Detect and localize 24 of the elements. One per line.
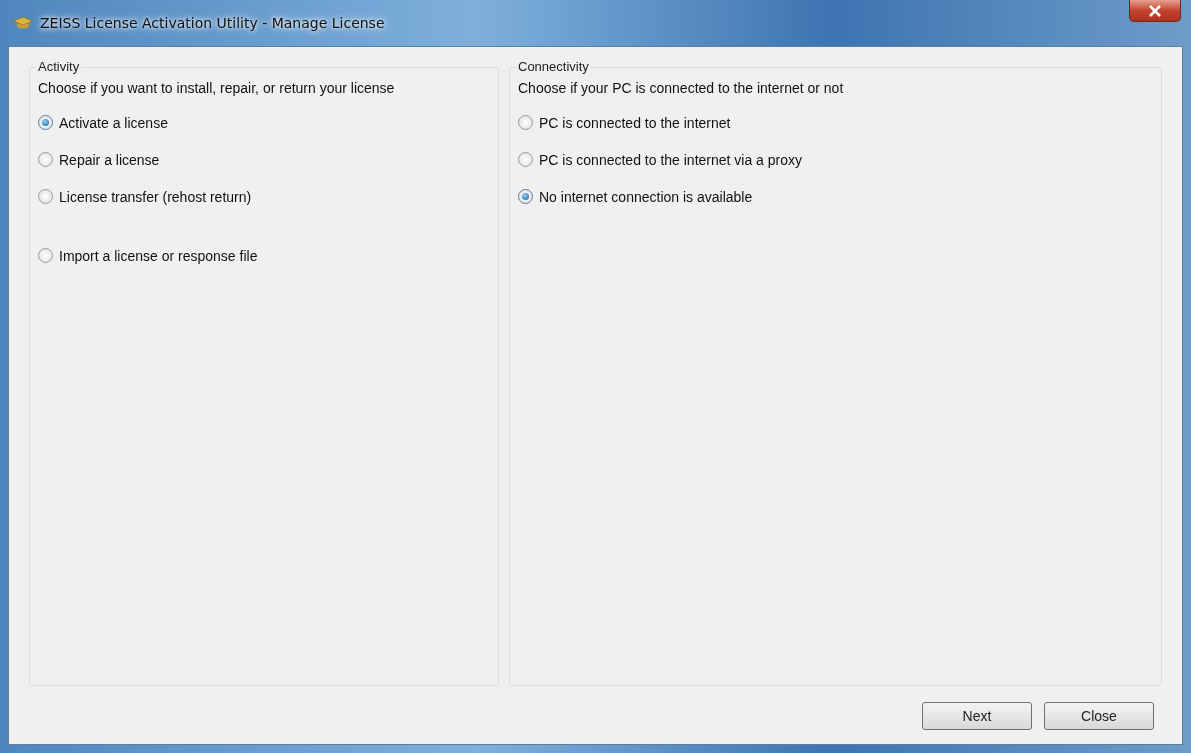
close-dialog-button[interactable]: Close	[1044, 702, 1154, 730]
option-label[interactable]: Activate a license	[59, 114, 168, 131]
radio-button[interactable]	[38, 115, 53, 130]
group-title: Connectivity	[516, 59, 591, 74]
radio-button[interactable]	[38, 248, 53, 263]
radio-button[interactable]	[518, 152, 533, 167]
option-label[interactable]: PC is connected to the internet via a proxy	[539, 151, 803, 168]
next-button[interactable]: Next	[922, 702, 1032, 730]
option-label[interactable]: PC is connected to the internet	[539, 114, 731, 131]
radio-button[interactable]	[518, 189, 533, 204]
option-label[interactable]: License transfer (rehost return)	[59, 188, 252, 205]
radio-button[interactable]	[518, 115, 533, 130]
radio-button[interactable]	[38, 189, 53, 204]
option-label[interactable]: No internet connection is available	[539, 188, 753, 205]
window-title: ZEISS License Activation Utility - Manage License	[40, 15, 385, 31]
group-description: Choose if your PC is connected to the internet or not	[518, 80, 845, 96]
close-icon	[1148, 4, 1162, 17]
group-description: Choose if you want to install, repair, or return your license	[38, 80, 396, 96]
option-label[interactable]: Import a license or response file	[59, 247, 258, 264]
graduation-cap-icon	[12, 15, 34, 31]
radio-button[interactable]	[38, 152, 53, 167]
option-label[interactable]: Repair a license	[59, 151, 160, 168]
close-button[interactable]	[1129, 0, 1181, 22]
group-title: Activity	[36, 59, 82, 74]
